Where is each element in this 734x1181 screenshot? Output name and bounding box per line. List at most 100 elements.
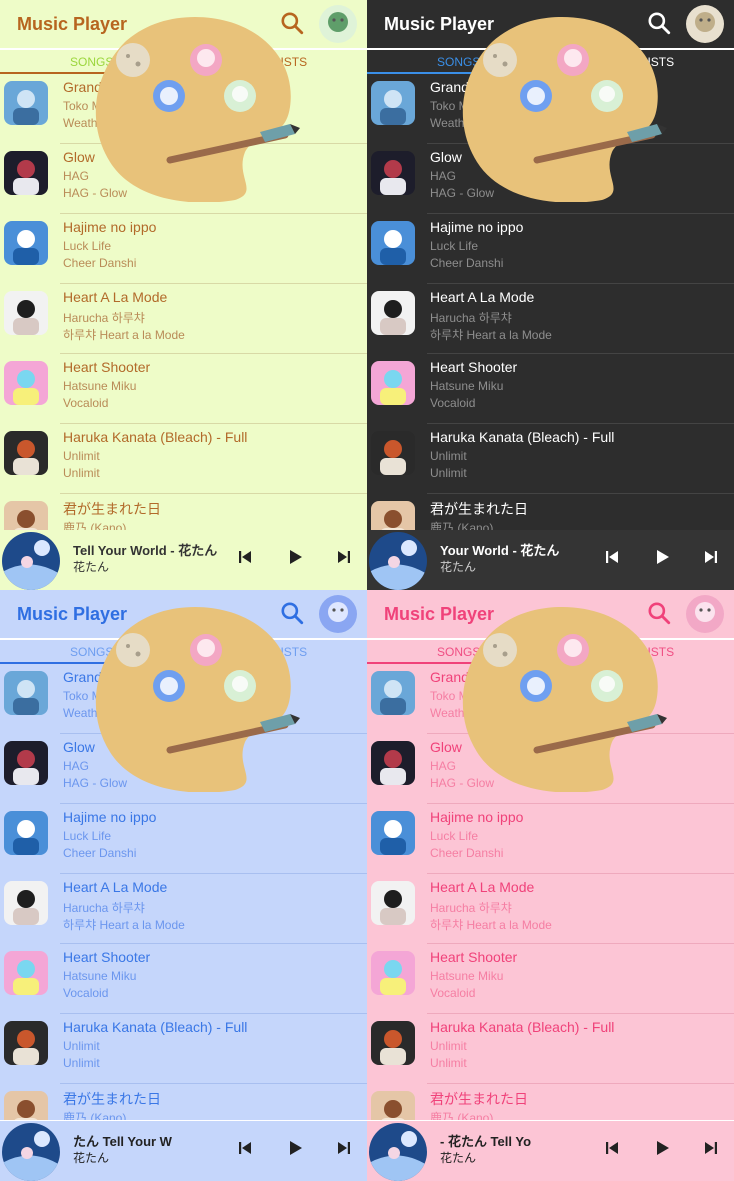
album-art: [371, 1091, 415, 1120]
album-art: [4, 151, 48, 195]
player-screen-green: Music PlayerSONGSPLAYLISTSGrand EscapeTo…: [0, 0, 367, 590]
song-artist: Hatsune Miku: [63, 969, 137, 983]
song-title: 君が生まれた日: [430, 1091, 528, 1107]
play-icon[interactable]: [286, 1139, 304, 1157]
song-row[interactable]: Hajime no ippo Luck Life Cheer Danshi: [0, 214, 367, 284]
song-artist: 鹿乃 (Kano): [430, 1111, 494, 1120]
player-screen-dark: Music PlayerSONGSPLAYLISTSGrand EscapeTo…: [367, 0, 734, 590]
song-artist: Unlimit: [63, 449, 100, 463]
song-row[interactable]: Heart A La Mode Harucha 하루챠 하루챠 Heart a la…: [0, 874, 367, 944]
avatar[interactable]: [319, 5, 357, 43]
album-art: [371, 431, 415, 475]
album-art: [4, 811, 48, 855]
song-row[interactable]: Heart Shooter Hatsune Miku Vocaloid: [0, 354, 367, 424]
song-row[interactable]: Heart A La Mode Harucha 하루챠 하루챠 Heart a la…: [367, 284, 734, 354]
skip-previous-icon[interactable]: [603, 1139, 621, 1157]
song-album: 하루챠 Heart a la Mode: [63, 328, 185, 342]
song-artist: 鹿乃 (Kano): [63, 521, 127, 530]
song-row[interactable]: Hajime no ippo Luck Life Cheer Danshi: [367, 804, 734, 874]
palette-icon[interactable]: [85, 12, 300, 203]
song-title: Heart Shooter: [430, 359, 518, 375]
now-playing-art: [2, 532, 60, 590]
now-playing-bar[interactable]: Your World - 花たん 花たん: [367, 530, 734, 590]
play-icon[interactable]: [286, 548, 304, 566]
now-playing-artist: 花たん: [73, 560, 110, 574]
now-playing-bar[interactable]: - 花たん Tell Yo 花たん: [367, 1121, 734, 1181]
song-row[interactable]: 君が生まれた日鹿乃 (Kano): [367, 1084, 734, 1120]
skip-next-icon[interactable]: [335, 548, 353, 566]
now-playing-title: - 花たん Tell Yo: [440, 1134, 532, 1149]
song-row[interactable]: Heart Shooter Hatsune Miku Vocaloid: [367, 354, 734, 424]
song-row[interactable]: Hajime no ippo Luck Life Cheer Danshi: [0, 804, 367, 874]
song-artist: Hatsune Miku: [63, 379, 137, 393]
song-album: Unlimit: [63, 1056, 100, 1070]
song-row[interactable]: Heart A La Mode Harucha 하루챠 하루챠 Heart a la…: [0, 284, 367, 354]
song-artist: Luck Life: [430, 239, 479, 253]
song-title: Hajime no ippo: [63, 219, 157, 235]
song-title: 君が生まれた日: [430, 501, 528, 517]
album-art: [4, 221, 48, 265]
palette-icon[interactable]: [85, 602, 300, 793]
skip-next-icon[interactable]: [335, 1139, 353, 1157]
song-title: Hajime no ippo: [430, 219, 524, 235]
song-artist: 鹿乃 (Kano): [430, 521, 494, 530]
song-row[interactable]: 君が生まれた日 鹿乃 (Kano): [0, 494, 367, 530]
album-art: [4, 741, 48, 785]
song-artist: Luck Life: [63, 239, 112, 253]
skip-previous-icon[interactable]: [236, 1139, 254, 1157]
song-row[interactable]: Haruka Kanata (Bleach) - Full Unlimit Unli…: [0, 1014, 367, 1084]
skip-previous-icon[interactable]: [603, 548, 621, 566]
song-album: Cheer Danshi: [430, 846, 504, 860]
album-art: [4, 431, 48, 475]
song-row[interactable]: Heart Shooter Hatsune Miku Vocaloid: [367, 944, 734, 1014]
song-row[interactable]: Haruka Kanata (Bleach) - Full Unlimit Unli…: [367, 424, 734, 494]
song-album: Vocaloid: [63, 396, 109, 410]
now-playing-artist: 花たん: [440, 1151, 477, 1165]
song-album: Unlimit: [63, 466, 100, 480]
song-row[interactable]: 君が生まれた日鹿乃 (Kano): [367, 494, 734, 530]
palette-icon[interactable]: [452, 602, 667, 793]
song-artist: Hatsune Miku: [430, 379, 504, 393]
play-icon[interactable]: [653, 1139, 671, 1157]
song-album: Unlimit: [430, 1056, 467, 1070]
song-row[interactable]: Haruka Kanata (Bleach) - Full Unlimit Unli…: [0, 424, 367, 494]
album-art: [4, 81, 48, 125]
song-row[interactable]: Haruka Kanata (Bleach) - Full Unlimit Unli…: [367, 1014, 734, 1084]
now-playing-bar[interactable]: Tell Your World - 花たん 花たん: [0, 530, 367, 590]
song-row[interactable]: Heart Shooter Hatsune Miku Vocaloid: [0, 944, 367, 1014]
song-artist: Unlimit: [430, 449, 467, 463]
song-album: Cheer Danshi: [63, 846, 137, 860]
now-playing-bar[interactable]: たん Tell Your W 花たん: [0, 1121, 367, 1181]
song-title: Heart A La Mode: [430, 879, 535, 895]
song-title: Heart A La Mode: [63, 879, 168, 895]
song-row[interactable]: Hajime no ippo Luck Life Cheer Danshi: [367, 214, 734, 284]
avatar[interactable]: [686, 5, 724, 43]
album-art: [371, 881, 415, 925]
song-artist: 鹿乃 (Kano): [63, 1111, 127, 1120]
song-album: Cheer Danshi: [430, 256, 504, 270]
now-playing-title: Your World - 花たん: [440, 543, 560, 558]
player-screen-blue: Music PlayerSONGSPLAYLISTSGrand EscapeTo…: [0, 590, 367, 1181]
now-playing-art: [369, 532, 427, 590]
song-artist: Harucha 하루챠: [63, 311, 145, 325]
palette-icon[interactable]: [452, 12, 667, 203]
skip-next-icon[interactable]: [702, 1139, 720, 1157]
album-art: [371, 1021, 415, 1065]
skip-previous-icon[interactable]: [236, 548, 254, 566]
avatar[interactable]: [686, 595, 724, 633]
skip-next-icon[interactable]: [702, 548, 720, 566]
album-art: [371, 671, 415, 715]
song-artist: Harucha 하루챠: [63, 901, 145, 915]
play-icon[interactable]: [653, 548, 671, 566]
avatar[interactable]: [319, 595, 357, 633]
song-artist: Luck Life: [430, 829, 479, 843]
song-title: Haruka Kanata (Bleach) - Full: [63, 429, 248, 445]
song-artist: Unlimit: [63, 1039, 100, 1053]
player-screen-pink: Music PlayerSONGSPLAYLISTSGrand EscapeTo…: [367, 590, 734, 1181]
song-title: Hajime no ippo: [430, 809, 524, 825]
now-playing-artist: 花たん: [73, 1151, 110, 1165]
album-art: [371, 741, 415, 785]
album-art: [4, 1021, 48, 1065]
song-row[interactable]: Heart A La Mode Harucha 하루챠 하루챠 Heart a la…: [367, 874, 734, 944]
song-row[interactable]: 君が生まれた日 鹿乃 (Kano): [0, 1084, 367, 1120]
